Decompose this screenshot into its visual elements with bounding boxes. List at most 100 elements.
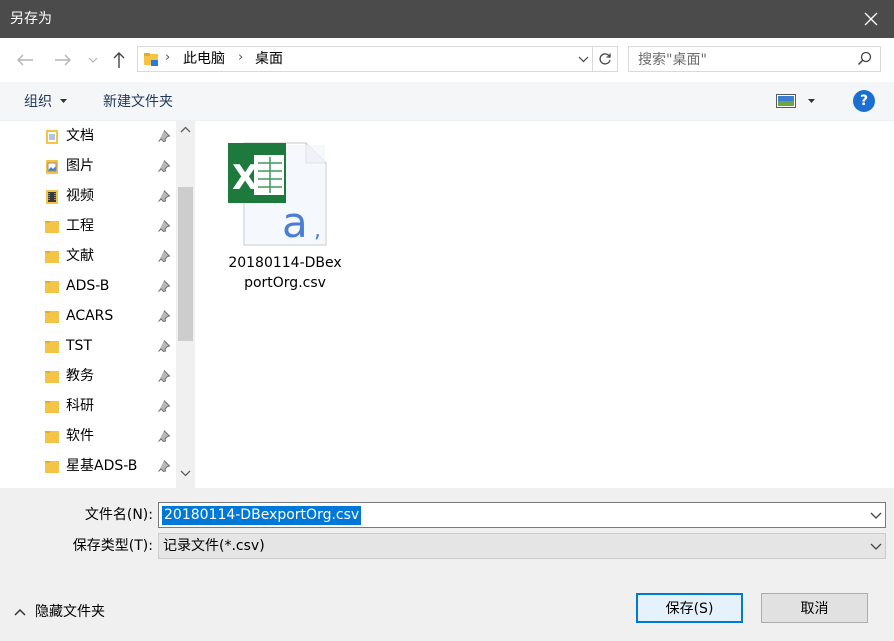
folder-icon xyxy=(44,279,60,299)
pin-icon[interactable] xyxy=(157,399,171,417)
pin-icon[interactable] xyxy=(157,189,171,207)
hide-folders-label: 隐藏文件夹 xyxy=(35,604,105,620)
pin-icon[interactable] xyxy=(157,369,171,387)
excel-csv-file-icon: X a , xyxy=(228,142,327,247)
sidebar-item-label: 工程 xyxy=(66,218,94,234)
sidebar-item[interactable]: 工程 xyxy=(0,211,176,241)
pin-icon[interactable] xyxy=(157,429,171,447)
pin-icon[interactable] xyxy=(157,249,171,267)
forward-arrow-icon xyxy=(55,54,71,66)
scroll-up-icon xyxy=(180,126,191,133)
filetype-select[interactable]: 记录文件(*.csv) xyxy=(158,533,886,559)
navigation-pane-scrollbar[interactable] xyxy=(176,121,195,488)
search-icon xyxy=(857,51,872,66)
view-dropdown-arrow-icon xyxy=(808,99,815,103)
file-name-line-1: 20180114-DBex xyxy=(228,255,342,271)
help-button[interactable]: ? xyxy=(853,90,875,112)
sidebar-item[interactable]: 星基ADS-B xyxy=(0,451,176,481)
dropdown-arrow-icon xyxy=(60,99,67,103)
chevron-down-icon xyxy=(870,512,882,519)
sidebar-item[interactable]: 教务 xyxy=(0,361,176,391)
pin-icon[interactable] xyxy=(157,339,171,357)
sidebar-item-label: 图片 xyxy=(66,158,94,174)
sidebar-item[interactable]: 视频 xyxy=(0,181,176,211)
sidebar-item-label: 文档 xyxy=(66,128,94,144)
svg-text:,: , xyxy=(314,218,321,243)
sidebar-item-label: ADS-B xyxy=(66,278,110,294)
pc-folder-icon xyxy=(144,53,158,66)
videos-folder-icon xyxy=(44,189,60,209)
folder-icon xyxy=(44,399,60,419)
scrollbar-thumb[interactable] xyxy=(178,187,193,341)
search-input[interactable]: 搜索"桌面" xyxy=(628,46,881,72)
close-button[interactable] xyxy=(848,0,894,38)
refresh-button[interactable] xyxy=(592,47,617,71)
filename-value: 20180114-DBexportOrg.csv xyxy=(162,506,362,525)
new-folder-button[interactable]: 新建文件夹 xyxy=(103,93,173,111)
cancel-button[interactable]: 取消 xyxy=(761,593,868,623)
pin-icon[interactable] xyxy=(157,159,171,177)
file-item[interactable]: X a , 20180114-DBex portOrg.csv xyxy=(224,137,346,297)
filename-label: 文件名(N): xyxy=(84,507,153,523)
organize-button[interactable]: 组织 xyxy=(24,93,52,111)
chevron-down-icon xyxy=(578,56,588,62)
pin-icon[interactable] xyxy=(157,309,171,327)
up-button[interactable] xyxy=(107,48,131,72)
up-arrow-icon xyxy=(113,52,125,68)
title-bar: 另存为 xyxy=(0,0,894,38)
folder-icon xyxy=(44,339,60,359)
folder-icon xyxy=(44,249,60,269)
recent-locations-button[interactable] xyxy=(83,48,103,72)
folder-icon xyxy=(44,459,60,479)
window-title: 另存为 xyxy=(10,11,52,27)
documents-folder-icon xyxy=(44,129,60,149)
save-button[interactable]: 保存(S) xyxy=(636,593,743,623)
sidebar-item[interactable]: ACARS xyxy=(0,301,176,331)
pin-icon[interactable] xyxy=(157,459,171,477)
folder-icon xyxy=(44,309,60,329)
pin-icon[interactable] xyxy=(157,129,171,147)
breadcrumb-this-pc[interactable]: 此电脑 xyxy=(183,50,225,68)
refresh-icon xyxy=(599,53,611,65)
sidebar-item-label: 软件 xyxy=(66,428,94,444)
sidebar-item-label: 视频 xyxy=(66,188,94,204)
address-history-dropdown[interactable] xyxy=(573,47,593,71)
sidebar-item[interactable]: ADS-B xyxy=(0,271,176,301)
sidebar-item-label: TST xyxy=(66,338,92,354)
breadcrumb-separator-icon: › xyxy=(165,50,171,65)
close-icon xyxy=(864,12,878,26)
svg-text:X: X xyxy=(232,158,258,198)
sidebar-item[interactable]: 科研 xyxy=(0,391,176,421)
sidebar-item-label: 星基ADS-B xyxy=(66,458,138,474)
chevron-up-icon xyxy=(14,608,26,616)
sidebar-item[interactable]: 文献 xyxy=(0,241,176,271)
file-name-line-2: portOrg.csv xyxy=(244,275,326,291)
filetype-label: 保存类型(T): xyxy=(72,538,153,554)
pictures-folder-icon xyxy=(44,159,60,179)
folder-icon xyxy=(44,219,60,239)
back-arrow-icon xyxy=(17,54,33,66)
sidebar-item[interactable]: TST xyxy=(0,331,176,361)
filetype-value: 记录文件(*.csv) xyxy=(163,538,265,554)
pin-icon[interactable] xyxy=(157,279,171,297)
file-name: 20180114-DBex portOrg.csv xyxy=(224,253,346,293)
pin-icon[interactable] xyxy=(157,219,171,237)
breadcrumb-desktop[interactable]: 桌面 xyxy=(255,50,283,68)
search-placeholder: 搜索"桌面" xyxy=(638,52,707,68)
back-button[interactable] xyxy=(13,48,37,72)
sidebar-item[interactable]: 图片 xyxy=(0,151,176,181)
navigation-pane: 文档图片视频工程文献 ADS-B ACARS TST 教务科研软件星基ADS-B xyxy=(0,121,197,488)
sidebar-item-label: 科研 xyxy=(66,398,94,414)
address-bar[interactable]: › 此电脑 › 桌面 xyxy=(137,46,618,72)
sidebar-item[interactable]: 文档 xyxy=(0,121,176,151)
svg-text:a: a xyxy=(282,198,308,247)
forward-button[interactable] xyxy=(51,48,75,72)
sidebar-item-label: 教务 xyxy=(66,368,94,384)
scroll-down-icon xyxy=(180,470,191,477)
chevron-down-icon xyxy=(870,543,882,550)
file-list: X a , 20180114-DBex portOrg.csv xyxy=(197,121,894,488)
sidebar-item[interactable]: 软件 xyxy=(0,421,176,451)
view-options-icon[interactable] xyxy=(776,94,796,108)
sidebar-item-label: 文献 xyxy=(66,248,94,264)
filename-field[interactable]: 20180114-DBexportOrg.csv xyxy=(158,502,886,528)
